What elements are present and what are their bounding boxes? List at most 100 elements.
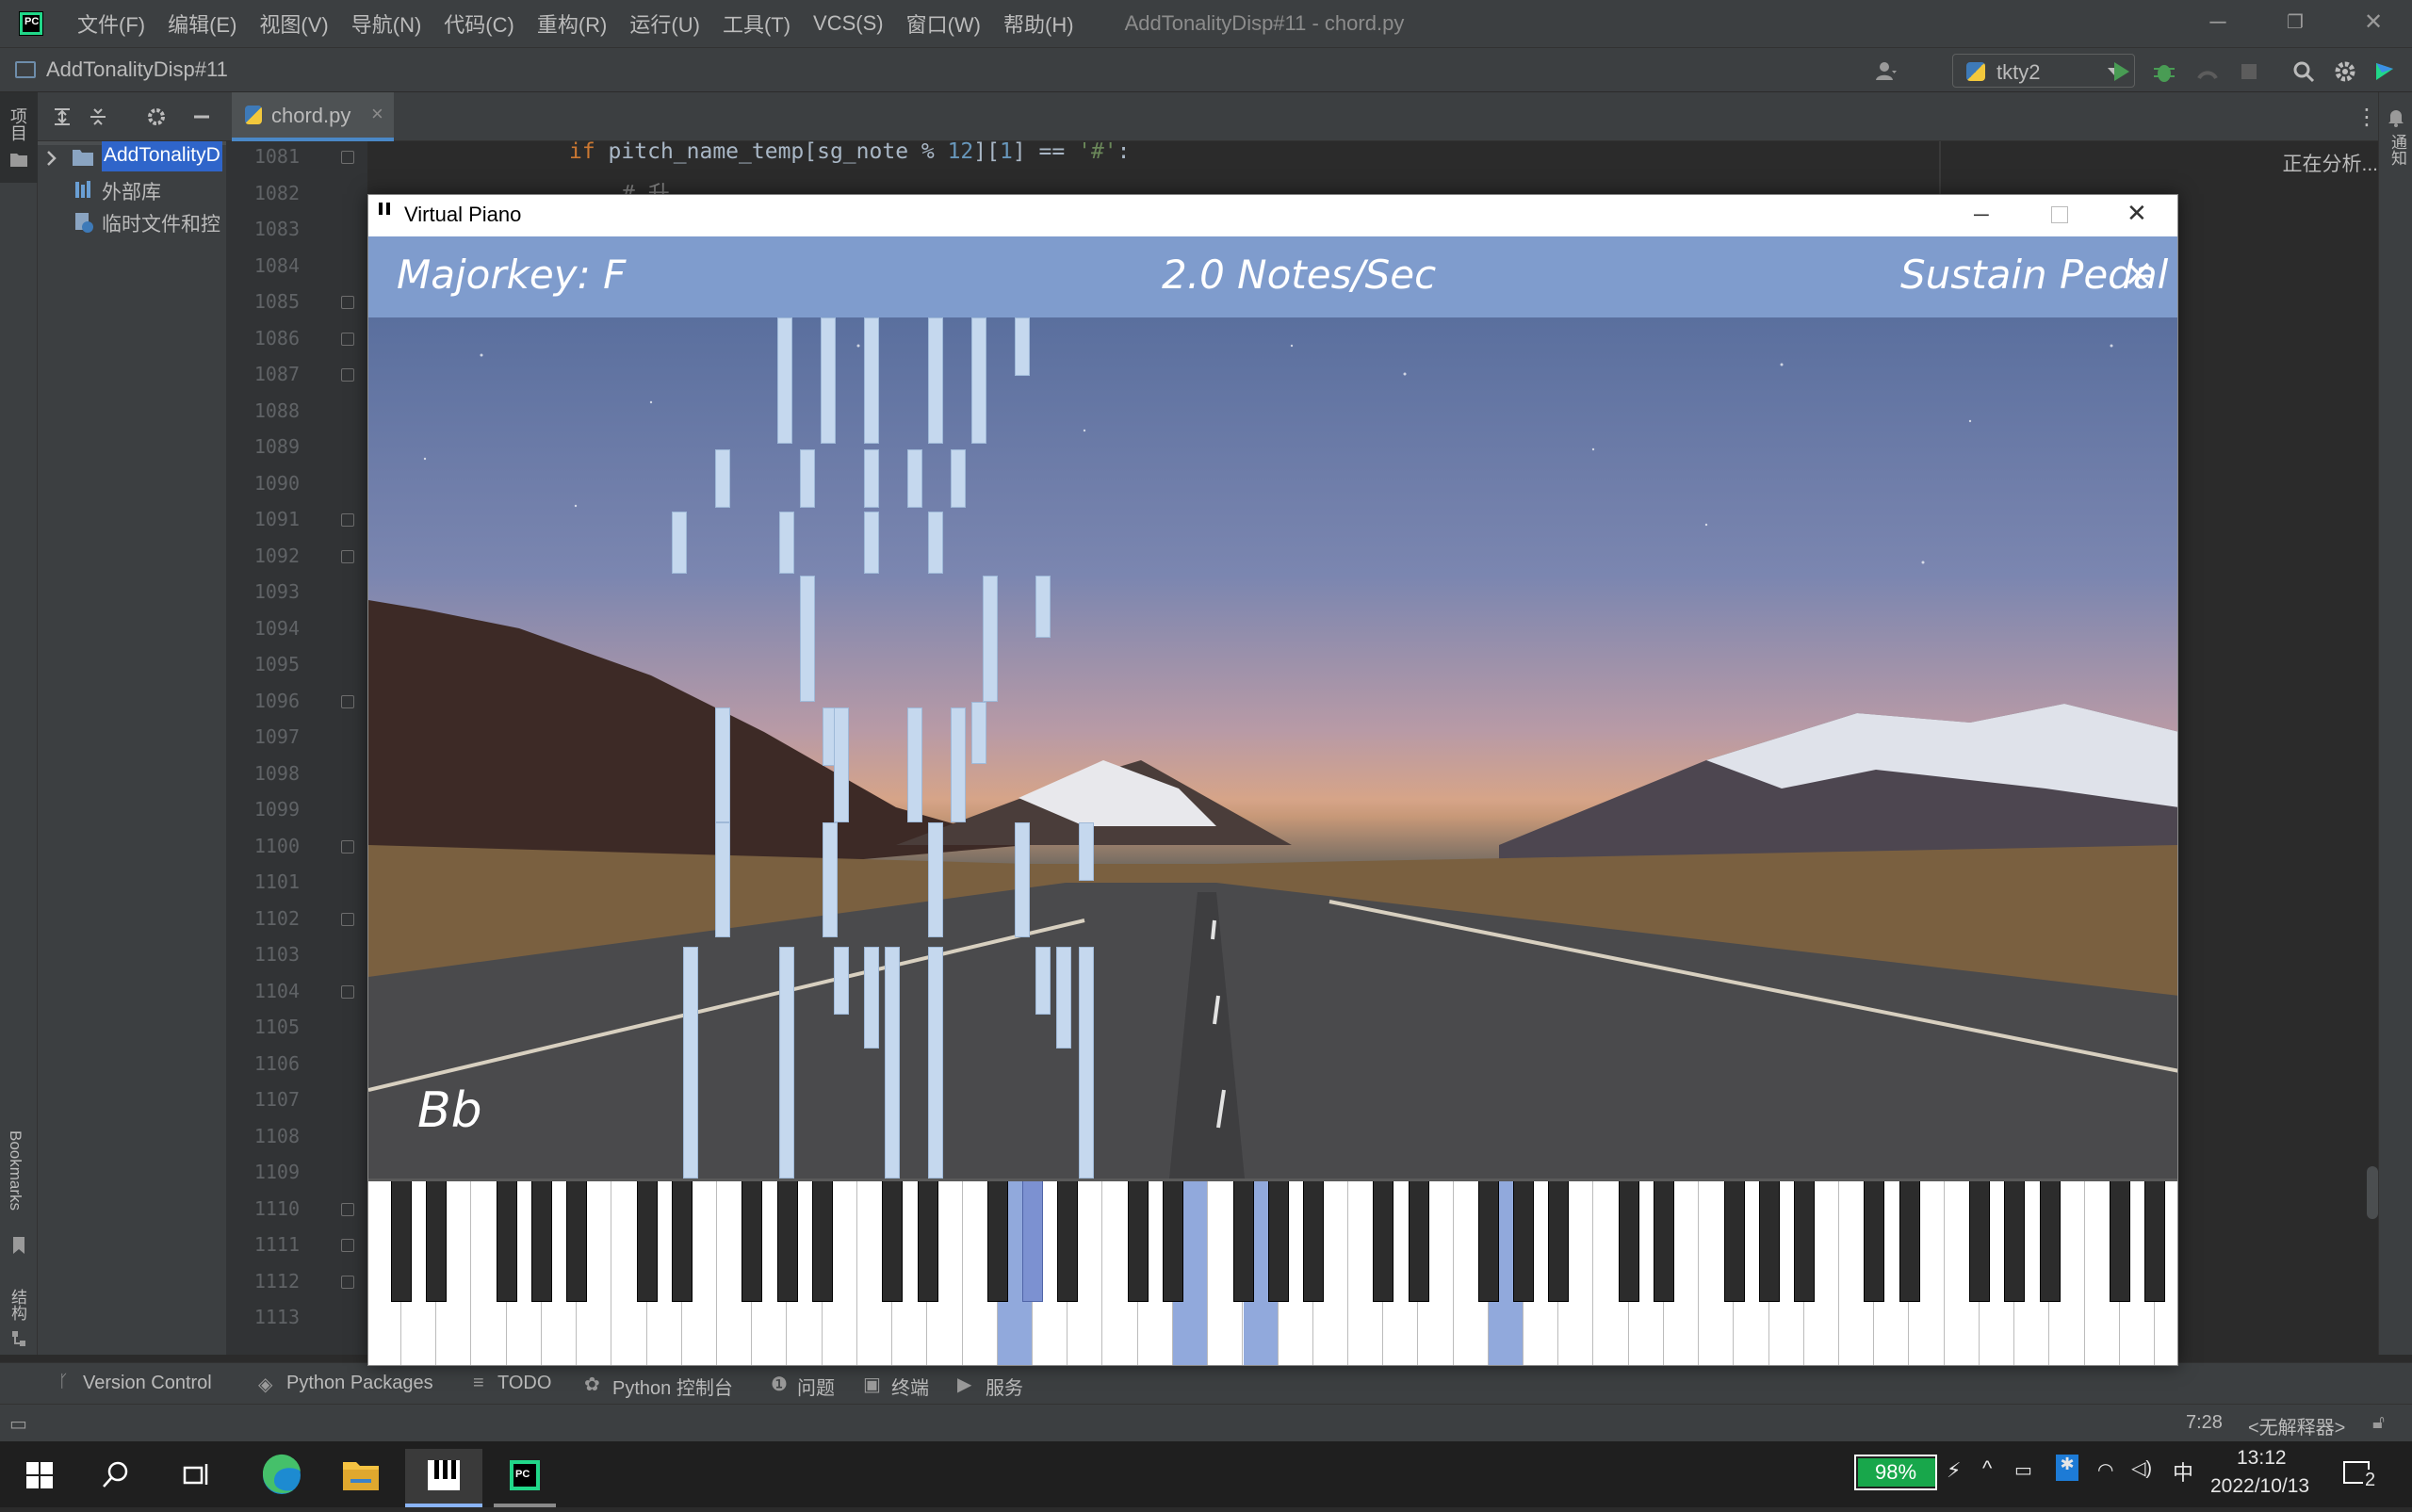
project-breadcrumb[interactable]: AddTonalityDisp#11 [46,57,228,82]
expand-all-icon[interactable] [51,106,73,128]
close-icon[interactable]: ✕ [2358,8,2388,38]
scrollbar-thumb[interactable] [2367,1166,2378,1219]
menu-window[interactable]: 窗口(W) [906,8,981,39]
caret-position[interactable]: 7:28 [2186,1412,2223,1434]
black-key[interactable] [566,1181,588,1302]
menu-navigate[interactable]: 导航(N) [351,8,422,39]
profile-icon[interactable] [2195,59,2220,84]
settings-icon[interactable] [145,106,168,128]
jetbrains-icon[interactable] [2372,59,2397,84]
black-key[interactable] [1794,1181,1816,1302]
fold-marker-icon[interactable] [341,912,354,926]
windows-start-icon[interactable] [26,1462,53,1488]
search-icon[interactable] [102,1460,130,1488]
menu-refactor[interactable]: 重构(R) [537,8,608,39]
black-key[interactable] [391,1181,413,1302]
piano-minimize-icon[interactable]: ─ [1974,203,1989,227]
black-key[interactable] [811,1181,833,1302]
fold-marker-icon[interactable] [341,1275,354,1289]
bell-icon[interactable] [2387,107,2405,128]
stop-icon[interactable] [2237,59,2261,84]
battery-indicator[interactable]: 98% [1854,1455,1937,1490]
black-key[interactable] [1232,1181,1254,1302]
black-key[interactable] [1654,1181,1675,1302]
black-key[interactable] [1513,1181,1535,1302]
clock-date[interactable]: 2022/10/13 [2210,1475,2309,1498]
menu-edit[interactable]: 编辑(E) [168,8,236,39]
fold-marker-icon[interactable] [341,839,354,854]
task-view-icon[interactable] [183,1462,211,1487]
code-line-1081[interactable]: if pitch_name_temp[sg_note % 12][1] == '… [569,139,1131,164]
ime-indicator[interactable]: 中 [2173,1456,2193,1487]
tool-terminal[interactable]: 终端 [891,1373,929,1400]
close-tab-icon[interactable]: × [371,102,383,126]
black-key[interactable] [776,1181,798,1302]
chevron-right-icon[interactable] [45,149,58,168]
lock-icon[interactable]: 🔓︎ [2372,1412,2385,1434]
menu-file[interactable]: 文件(F) [77,8,145,39]
black-key[interactable] [2110,1181,2130,1302]
fold-marker-icon[interactable] [341,296,354,309]
more-icon[interactable]: ⋮ [2355,104,2378,131]
black-key[interactable] [986,1181,1008,1302]
black-key[interactable] [1408,1181,1429,1302]
black-key[interactable] [1969,1181,1991,1302]
fold-marker-icon[interactable] [341,694,354,708]
black-key[interactable] [1548,1181,1570,1302]
run-config-selector[interactable]: tkty2 [1952,54,2135,88]
menu-code[interactable]: 代码(C) [444,8,514,39]
black-key[interactable] [1478,1181,1500,1302]
black-key[interactable] [1302,1181,1324,1302]
tool-todo[interactable]: TODO [497,1373,551,1394]
piano-close-icon[interactable]: ✕ [2127,199,2147,228]
menu-run[interactable]: 运行(U) [629,8,700,39]
fold-marker-icon[interactable] [341,1202,354,1216]
bluetooth-icon[interactable]: ✱ [2056,1455,2078,1481]
menu-tools[interactable]: 工具(T) [723,8,790,39]
gear-icon[interactable] [2333,59,2357,84]
tool-problems[interactable]: 问题 [797,1373,835,1400]
fold-marker-icon[interactable] [341,151,354,164]
black-key[interactable] [671,1181,693,1302]
black-key[interactable] [1022,1181,1044,1302]
fold-marker-icon[interactable] [341,332,354,346]
black-key[interactable] [1864,1181,1885,1302]
tab-bookmarks[interactable]: Bookmarks [6,1130,24,1211]
black-key[interactable] [742,1181,763,1302]
search-icon[interactable] [2291,59,2316,84]
black-key[interactable] [1618,1181,1639,1302]
user-icon[interactable] [1875,59,1899,84]
layout-icon[interactable]: ▭ [9,1412,27,1436]
piano-maximize-icon[interactable] [2051,206,2068,223]
black-key[interactable] [1267,1181,1289,1302]
run-icon[interactable] [2109,59,2133,84]
black-key[interactable] [496,1181,517,1302]
virtual-piano-taskbar-app[interactable] [405,1449,482,1507]
interpreter-selector[interactable]: <无解释器> [2248,1412,2345,1439]
black-key[interactable] [1758,1181,1780,1302]
restore-icon[interactable]: ❐ [2280,8,2310,38]
black-key[interactable] [2039,1181,2061,1302]
tool-python-console[interactable]: Python 控制台 [612,1373,733,1400]
fold-marker-icon[interactable] [341,368,354,382]
volume-icon[interactable]: ◁) [2131,1456,2152,1480]
black-key[interactable] [1127,1181,1149,1302]
chevron-up-icon[interactable]: ^ [1982,1456,1992,1481]
black-key[interactable] [2144,1181,2166,1302]
black-key[interactable] [1057,1181,1079,1302]
fold-marker-icon[interactable] [341,549,354,563]
black-key[interactable] [1373,1181,1394,1302]
sustain-close-button[interactable]: × [2123,252,2155,295]
tree-item-external-libs[interactable]: 外部库 [102,177,161,205]
menu-vcs[interactable]: VCS(S) [813,11,884,36]
debug-icon[interactable] [2152,59,2176,84]
tab-structure[interactable]: 结构 [6,1289,29,1321]
edge-icon[interactable] [243,1449,320,1507]
wifi-icon[interactable]: ◠ [2097,1458,2113,1482]
menu-help[interactable]: 帮助(H) [1003,8,1074,39]
fold-marker-icon[interactable] [341,984,354,999]
tab-project[interactable]: 项目 [6,107,30,141]
collapse-all-icon[interactable] [87,106,109,128]
tree-item-project[interactable]: AddTonalityD [102,141,222,171]
tool-python-packages[interactable]: Python Packages [286,1373,433,1394]
